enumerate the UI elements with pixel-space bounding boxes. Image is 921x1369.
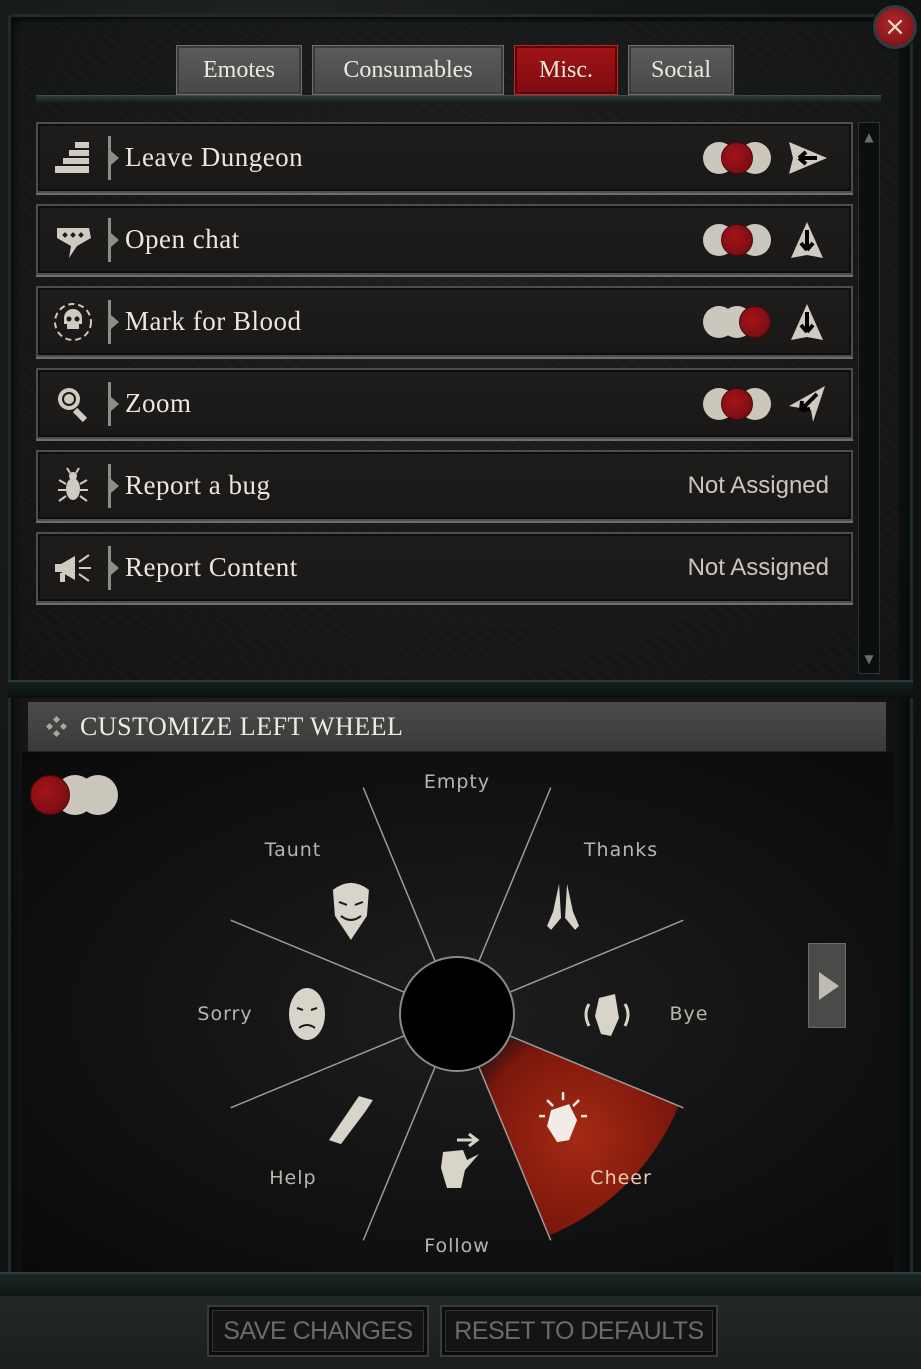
wheel-page-selector[interactable]	[30, 775, 120, 815]
wheel-slot-taunt[interactable]: Taunt	[265, 839, 322, 861]
skull-target-icon	[38, 300, 108, 344]
bug-icon	[38, 464, 108, 508]
binding-label: Zoom	[125, 388, 192, 418]
binding-row-report-bug[interactable]: Report a bug Not Assigned	[36, 450, 853, 521]
binding-list: Leave Dungeon Open chat Mark for Blood Z…	[36, 122, 853, 614]
save-changes-button[interactable]: SAVE CHANGES	[207, 1305, 429, 1357]
wheel-slot-cheer[interactable]: Cheer	[590, 1167, 652, 1189]
binding-row-report-content[interactable]: Report Content Not Assigned	[36, 532, 853, 603]
direction-left-icon	[789, 141, 827, 174]
binding-value: Not Assigned	[687, 553, 829, 581]
binding-label: Report Content	[125, 552, 298, 582]
row-divider	[108, 135, 119, 180]
wheel-slot-selector[interactable]	[703, 223, 773, 257]
selector-dot-active	[721, 387, 753, 420]
wheel-slot-bye[interactable]: Bye	[670, 1003, 709, 1025]
scroll-down-arrow-icon[interactable]: ▼	[861, 649, 877, 669]
wheel-slot-empty[interactable]: Empty	[424, 771, 490, 793]
binding-row-open-chat[interactable]: Open chat	[36, 204, 853, 275]
binding-label: Report a bug	[125, 470, 271, 500]
scrollbar[interactable]: ▲ ▼	[858, 122, 880, 674]
selector-dot-active	[739, 305, 771, 338]
reset-to-defaults-button[interactable]: RESET TO DEFAULTS	[440, 1305, 718, 1357]
magnifier-icon	[38, 382, 108, 426]
tab-rail	[36, 95, 881, 103]
direction-down-icon	[791, 303, 823, 340]
wheel-section-header: CUSTOMIZE LEFT WHEEL	[28, 702, 886, 752]
selector-dot	[78, 775, 118, 815]
wheel-slot-selector[interactable]	[703, 141, 773, 175]
binding-label: Leave Dungeon	[125, 142, 304, 172]
tab-consumables[interactable]: Consumables	[312, 45, 504, 95]
wheel-slot-thanks[interactable]: Thanks	[584, 839, 658, 861]
section-title: CUSTOMIZE LEFT WHEEL	[80, 711, 404, 741]
binding-row-leave-dungeon[interactable]: Leave Dungeon	[36, 122, 853, 193]
selector-dot-active	[30, 775, 70, 815]
wheel-slot-sorry[interactable]: Sorry	[197, 1003, 252, 1025]
binding-row-mark-for-blood[interactable]: Mark for Blood	[36, 286, 853, 357]
wheel-slot-selector[interactable]	[703, 387, 773, 421]
direction-down-icon	[791, 221, 823, 258]
wheel-slot-follow[interactable]: Follow	[424, 1235, 490, 1257]
direction-down-left-icon	[789, 385, 825, 422]
close-icon: ×	[884, 12, 906, 42]
selector-dot-active	[721, 141, 753, 174]
chat-bubble-icon	[38, 218, 108, 262]
tab-bar: Emotes Consumables Misc. Social	[176, 45, 734, 95]
binding-label: Open chat	[125, 224, 240, 254]
row-divider	[108, 463, 119, 508]
diamond-cluster-icon	[46, 715, 68, 737]
row-divider	[108, 217, 119, 262]
binding-label: Mark for Blood	[125, 306, 302, 336]
wheel-area	[22, 752, 894, 1272]
tab-emotes[interactable]: Emotes	[176, 45, 302, 95]
row-divider	[108, 381, 119, 426]
bottom-rail	[0, 1272, 921, 1296]
next-wheel-arrow[interactable]	[808, 943, 846, 1028]
section-divider	[8, 680, 913, 698]
binding-value: Not Assigned	[687, 471, 829, 499]
wheel-slot-help[interactable]: Help	[269, 1167, 316, 1189]
row-divider	[108, 299, 119, 344]
tab-misc[interactable]: Misc.	[514, 45, 618, 95]
leave-dungeon-icon	[38, 136, 108, 180]
selector-dot-active	[721, 223, 753, 256]
close-button[interactable]: ×	[873, 5, 917, 49]
binding-row-zoom[interactable]: Zoom	[36, 368, 853, 439]
wheel-slot-selector[interactable]	[703, 305, 773, 339]
megaphone-icon	[38, 546, 108, 590]
scroll-up-arrow-icon[interactable]: ▲	[861, 127, 877, 147]
row-divider	[108, 545, 119, 590]
tab-social[interactable]: Social	[628, 45, 734, 95]
